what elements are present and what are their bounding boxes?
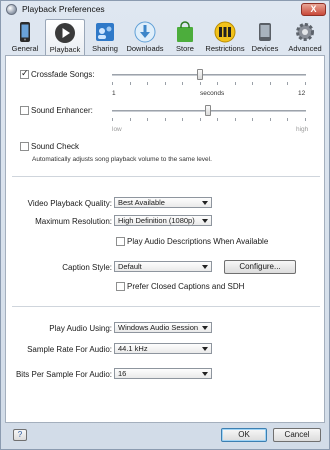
play-audio-using-select[interactable]: Windows Audio Session bbox=[114, 322, 212, 333]
enhancer-slider-thumb[interactable] bbox=[205, 105, 211, 116]
tab-store-label: Store bbox=[176, 44, 194, 53]
store-bag-icon bbox=[177, 21, 193, 42]
video-quality-select[interactable]: Best Available bbox=[114, 197, 212, 208]
tab-downloads-label: Downloads bbox=[126, 44, 164, 53]
soundcheck-description: Automatically adjusts song playback volu… bbox=[32, 156, 212, 163]
max-resolution-select[interactable]: High Definition (1080p) bbox=[114, 215, 212, 226]
soundcheck-label: Sound Check bbox=[31, 142, 80, 152]
title-bar: Playback Preferences X bbox=[1, 1, 329, 19]
sample-rate-value: 44.1 kHz bbox=[118, 344, 148, 353]
app-icon bbox=[6, 4, 17, 15]
tab-general[interactable]: General bbox=[5, 19, 45, 55]
enhancer-checkbox[interactable] bbox=[20, 106, 29, 116]
gear-icon bbox=[296, 23, 314, 41]
crossfade-unit: seconds bbox=[200, 90, 225, 97]
prefer-captions-row: Prefer Closed Captions and SDH bbox=[116, 282, 245, 292]
enhancer-slider[interactable] bbox=[112, 104, 306, 124]
audio-descriptions-label: Play Audio Descriptions When Available bbox=[127, 237, 269, 247]
tab-playback[interactable]: Playback bbox=[45, 19, 85, 55]
tab-playback-label: Playback bbox=[49, 45, 81, 54]
soundcheck-checkbox[interactable] bbox=[20, 142, 29, 152]
caption-style-value: Default bbox=[118, 262, 142, 271]
tab-devices-label: Devices bbox=[251, 44, 279, 53]
caption-style-select[interactable]: Default bbox=[114, 261, 212, 272]
divider bbox=[12, 306, 320, 307]
chevron-down-icon bbox=[202, 326, 208, 330]
video-quality-value: Best Available bbox=[118, 198, 165, 207]
crossfade-label: Crossfade Songs: bbox=[31, 70, 95, 80]
caption-style-label: Caption Style: bbox=[62, 263, 112, 272]
soundcheck-row: Sound Check bbox=[20, 142, 80, 152]
tab-restrictions[interactable]: Restrictions bbox=[205, 19, 245, 55]
audio-descriptions-row: Play Audio Descriptions When Available bbox=[116, 237, 269, 247]
close-button[interactable]: X bbox=[301, 3, 326, 16]
settings-panel: Crossfade Songs: 1 seconds 12 Sound Enha… bbox=[5, 55, 325, 423]
prefer-captions-label: Prefer Closed Captions and SDH bbox=[127, 282, 245, 292]
crossfade-min: 1 bbox=[112, 90, 116, 97]
max-resolution-label: Maximum Resolution: bbox=[35, 217, 112, 226]
preferences-window: Playback Preferences X General Playback bbox=[0, 0, 330, 450]
chevron-down-icon bbox=[202, 347, 208, 351]
chevron-down-icon bbox=[202, 201, 208, 205]
iphone-icon bbox=[20, 22, 30, 42]
sample-rate-label: Sample Rate For Audio: bbox=[27, 345, 112, 354]
prefer-captions-checkbox[interactable] bbox=[116, 282, 125, 292]
tab-sharing[interactable]: Sharing bbox=[85, 19, 125, 55]
device-icon bbox=[259, 23, 271, 41]
enhancer-low: low bbox=[112, 126, 122, 133]
crossfade-slider-thumb[interactable] bbox=[196, 69, 203, 80]
configure-button[interactable]: Configure... bbox=[224, 260, 296, 274]
ok-button[interactable]: OK bbox=[221, 428, 267, 442]
crossfade-row: Crossfade Songs: bbox=[20, 68, 95, 80]
tab-general-label: General bbox=[11, 44, 39, 53]
sample-rate-select[interactable]: 44.1 kHz bbox=[114, 343, 212, 354]
crossfade-checkbox[interactable] bbox=[20, 68, 29, 80]
downloads-icon bbox=[134, 21, 156, 43]
tab-advanced-label: Advanced bbox=[288, 44, 322, 53]
video-quality-label: Video Playback Quality: bbox=[27, 199, 112, 208]
max-resolution-value: High Definition (1080p) bbox=[118, 216, 195, 225]
crossfade-max: 12 bbox=[298, 90, 306, 97]
sharing-icon bbox=[96, 23, 114, 41]
restrictions-icon bbox=[214, 21, 236, 43]
chevron-down-icon bbox=[202, 265, 208, 269]
divider bbox=[12, 176, 320, 177]
bits-per-sample-select[interactable]: 16 bbox=[114, 368, 212, 379]
tab-advanced[interactable]: Advanced bbox=[285, 19, 325, 55]
enhancer-row: Sound Enhancer: bbox=[20, 106, 93, 116]
cancel-button[interactable]: Cancel bbox=[273, 428, 321, 442]
tab-restrictions-label: Restrictions bbox=[205, 44, 245, 53]
tab-downloads[interactable]: Downloads bbox=[125, 19, 165, 55]
help-button[interactable]: ? bbox=[13, 429, 27, 441]
play-audio-using-value: Windows Audio Session bbox=[118, 323, 199, 332]
tab-store[interactable]: Store bbox=[165, 19, 205, 55]
chevron-down-icon bbox=[202, 372, 208, 376]
audio-descriptions-checkbox[interactable] bbox=[116, 237, 125, 247]
play-audio-using-label: Play Audio Using: bbox=[49, 324, 112, 333]
play-icon bbox=[55, 23, 75, 43]
window-title: Playback Preferences bbox=[22, 4, 105, 14]
tab-sharing-label: Sharing bbox=[92, 44, 118, 53]
tab-devices[interactable]: Devices bbox=[245, 19, 285, 55]
crossfade-slider[interactable] bbox=[112, 68, 306, 88]
preferences-toolbar: General Playback Sharing Downloads Store… bbox=[5, 19, 327, 55]
bits-per-sample-label: Bits Per Sample For Audio: bbox=[15, 370, 112, 379]
chevron-down-icon bbox=[202, 219, 208, 223]
bits-per-sample-value: 16 bbox=[118, 369, 127, 378]
enhancer-label: Sound Enhancer: bbox=[31, 106, 93, 116]
enhancer-high: high bbox=[296, 126, 309, 133]
